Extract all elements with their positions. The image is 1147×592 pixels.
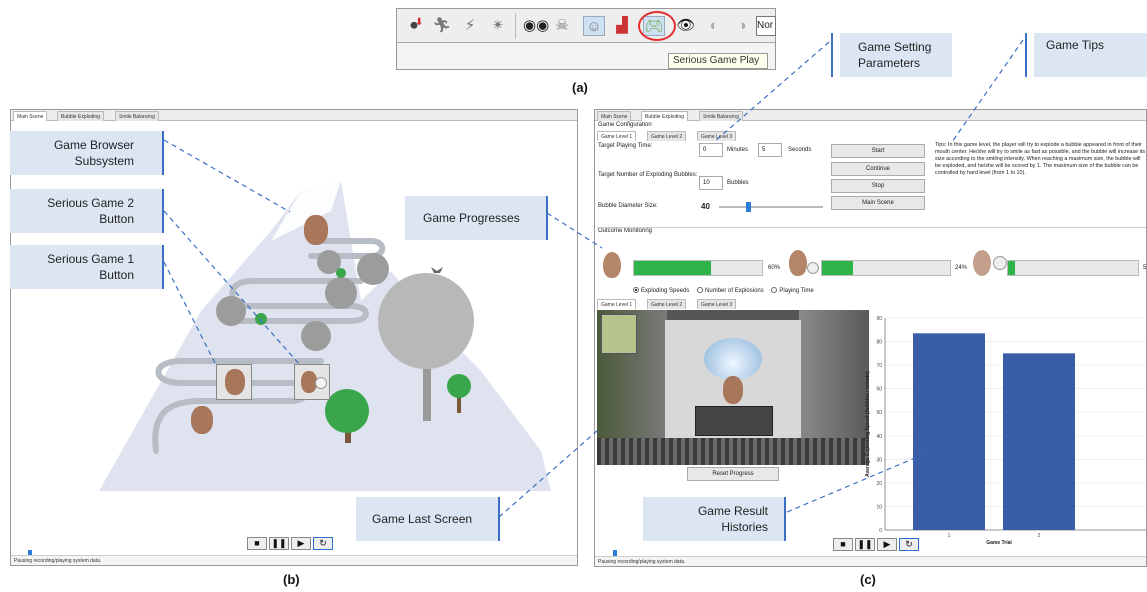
callout-serious-game-1-button: Serious Game 1 Button <box>10 245 162 289</box>
callout-game-progresses: Game Progresses <box>405 196 546 240</box>
callout-bar <box>162 245 164 289</box>
callout-bar <box>498 497 500 541</box>
callout-bar <box>831 33 833 77</box>
callout-leader-lines <box>163 39 1024 518</box>
callout-game-result-histories: Game Result Histories <box>643 497 784 541</box>
callout-game-last-screen: Game Last Screen <box>356 497 498 541</box>
callout-bar <box>784 497 786 541</box>
callout-bar <box>162 189 164 233</box>
callout-game-setting-parameters: Game Setting Parameters <box>840 33 952 77</box>
callout-bar <box>546 196 548 240</box>
callout-bar <box>1025 33 1027 77</box>
callout-game-browser-subsystem: Game Browser Subsystem <box>10 131 162 175</box>
callout-serious-game-2-button: Serious Game 2 Button <box>10 189 162 233</box>
callout-game-tips: Game Tips <box>1034 33 1147 77</box>
callout-bar <box>162 131 164 175</box>
